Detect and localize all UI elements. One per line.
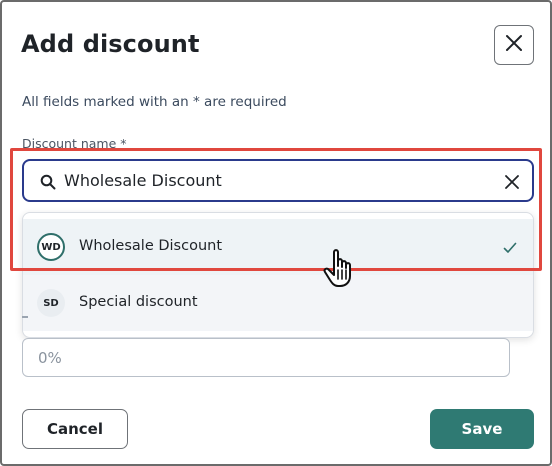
dropdown-option-wholesale-discount[interactable]: WD Wholesale Discount: [23, 219, 533, 275]
dialog: Add discount All fields marked with an *…: [0, 0, 552, 466]
search-icon: [40, 174, 56, 194]
obscured-field-label: [22, 316, 28, 318]
save-button[interactable]: Save: [430, 409, 534, 449]
option-avatar: WD: [37, 233, 65, 261]
discount-name-label: Discount name *: [22, 136, 127, 151]
option-avatar: SD: [37, 289, 65, 317]
discount-options-dropdown: WD Wholesale Discount SD Special discoun…: [22, 212, 534, 338]
option-label: Wholesale Discount: [79, 238, 223, 254]
clear-icon[interactable]: [504, 174, 520, 194]
checkmark-icon: [503, 239, 517, 258]
discount-percentage-input[interactable]: 0%: [22, 338, 510, 377]
required-fields-note: All fields marked with an * are required: [22, 94, 287, 110]
percentage-placeholder: 0%: [38, 349, 62, 367]
dropdown-option-special-discount[interactable]: SD Special discount: [23, 275, 533, 331]
option-label: Special discount: [79, 294, 198, 310]
discount-name-value: Wholesale Discount: [64, 171, 222, 190]
close-button[interactable]: [494, 25, 534, 65]
cancel-button[interactable]: Cancel: [22, 409, 128, 449]
hand-pointer-cursor-icon: [322, 248, 362, 294]
dialog-title: Add discount: [21, 30, 200, 58]
close-icon: [505, 34, 523, 56]
discount-name-input[interactable]: Wholesale Discount: [22, 159, 534, 202]
